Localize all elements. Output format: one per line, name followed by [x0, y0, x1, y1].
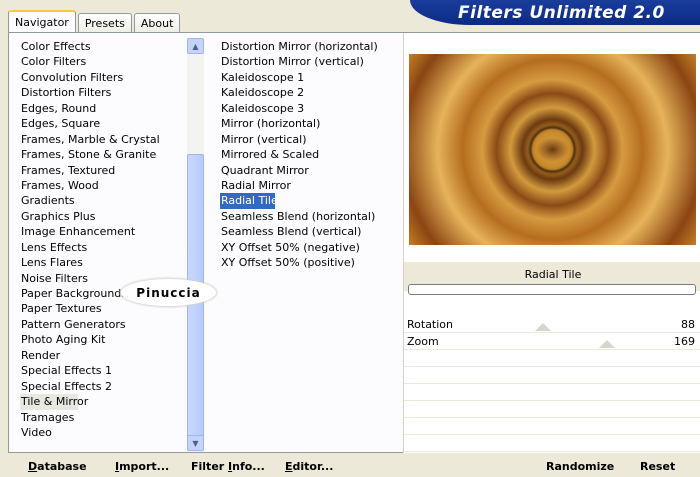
- category-item[interactable]: Frames, Textured: [20, 163, 190, 178]
- filter-item[interactable]: Seamless Blend (horizontal): [220, 209, 400, 224]
- slider-empty-row: [404, 350, 700, 367]
- category-item[interactable]: Tile & Mirror: [20, 394, 88, 410]
- filter-item[interactable]: Distortion Mirror (vertical): [220, 54, 400, 69]
- slider-zoom-thumb[interactable]: [599, 340, 615, 348]
- filter-item[interactable]: Mirror (vertical): [220, 132, 400, 147]
- slider-empty-row: [404, 367, 700, 384]
- filter-item[interactable]: Seamless Blend (vertical): [220, 224, 400, 239]
- slider-rotation[interactable]: Rotation 88: [404, 316, 700, 333]
- slider-empty-row: [404, 418, 700, 435]
- editor-button-label: Editor...: [285, 460, 334, 473]
- navigator-panel: Color Effects Color Filters Convolution Fi…: [8, 32, 700, 453]
- slider-zoom-label: Zoom: [407, 335, 439, 348]
- category-item[interactable]: Distortion Filters: [20, 85, 190, 100]
- chevron-up-icon: ▲: [192, 41, 199, 51]
- category-item[interactable]: Color Filters: [20, 54, 190, 69]
- category-item[interactable]: Convolution Filters: [20, 70, 190, 85]
- slider-empty-row: [404, 435, 700, 452]
- slider-empty-row: [404, 401, 700, 418]
- database-button-label: Database: [28, 460, 87, 473]
- tab-presets[interactable]: Presets: [77, 13, 132, 32]
- category-list: Color Effects Color Filters Convolution Fi…: [20, 39, 190, 440]
- slider-empty-row: [404, 384, 700, 401]
- filter-item[interactable]: Kaleidoscope 1: [220, 70, 400, 85]
- category-item[interactable]: Photo Aging Kit: [20, 332, 190, 347]
- tab-bar: Navigator Presets About: [8, 9, 182, 33]
- category-item[interactable]: Lens Flares: [20, 255, 190, 270]
- tab-presets-label: Presets: [84, 16, 125, 30]
- category-item[interactable]: Special Effects 2: [20, 379, 190, 394]
- scroll-up-button[interactable]: ▲: [187, 38, 204, 54]
- filter-item[interactable]: Radial Tile: [220, 193, 278, 209]
- filter-list: Distortion Mirror (horizontal) Distortion…: [220, 39, 400, 271]
- category-item[interactable]: Pattern Generators: [20, 317, 190, 332]
- tab-about-label: About: [140, 16, 174, 30]
- import-button[interactable]: Import...: [115, 460, 169, 473]
- reset-button[interactable]: Reset: [640, 460, 675, 473]
- slider-rotation-label: Rotation: [407, 318, 454, 331]
- filter-info-button-label: Filter Info...: [191, 460, 265, 473]
- import-button-label: Import...: [115, 460, 170, 473]
- filter-info-button[interactable]: Filter Info...: [191, 460, 265, 473]
- category-item[interactable]: Lens Effects: [20, 240, 190, 255]
- filter-item[interactable]: Quadrant Mirror: [220, 163, 400, 178]
- filter-item[interactable]: Kaleidoscope 3: [220, 101, 400, 116]
- filter-item[interactable]: Mirror (horizontal): [220, 116, 400, 131]
- category-item[interactable]: Frames, Stone & Granite: [20, 147, 190, 162]
- tab-navigator-label: Navigator: [15, 16, 69, 29]
- filter-item[interactable]: XY Offset 50% (negative): [220, 240, 400, 255]
- category-item[interactable]: Edges, Square: [20, 116, 190, 131]
- preview-image: [409, 54, 696, 245]
- preview-area: Radial Tile Rotation 88 Zoom 169: [403, 33, 700, 453]
- watermark: Pinuccia: [121, 279, 216, 306]
- filter-item[interactable]: Radial Mirror: [220, 178, 400, 193]
- tab-navigator[interactable]: Navigator: [8, 10, 76, 33]
- category-item[interactable]: Special Effects 1: [20, 363, 190, 378]
- slider-zoom[interactable]: Zoom 169: [404, 333, 700, 350]
- scroll-down-button[interactable]: ▼: [187, 435, 204, 451]
- category-scrollbar[interactable]: ▲ ▼: [187, 38, 204, 452]
- button-bar: Database Import... Filter Info... Editor…: [0, 453, 700, 477]
- app-title: Filters Unlimited 2.0: [458, 3, 665, 23]
- randomize-button[interactable]: Randomize: [546, 460, 614, 473]
- category-item[interactable]: Graphics Plus: [20, 209, 190, 224]
- category-item[interactable]: Image Enhancement: [20, 224, 190, 239]
- category-item[interactable]: Frames, Wood: [20, 178, 190, 193]
- category-item[interactable]: Color Effects: [20, 39, 190, 54]
- category-item[interactable]: Frames, Marble & Crystal: [20, 132, 190, 147]
- reset-button-label: Reset: [640, 460, 676, 473]
- randomize-button-label: Randomize: [546, 460, 615, 473]
- category-item[interactable]: Gradients: [20, 193, 190, 208]
- editor-button[interactable]: Editor...: [285, 460, 333, 473]
- progress-bar: [408, 284, 696, 295]
- slider-rotation-thumb[interactable]: [535, 323, 551, 331]
- category-item[interactable]: Render: [20, 348, 190, 363]
- slider-rotation-value: 88: [681, 318, 695, 331]
- filter-item[interactable]: XY Offset 50% (positive): [220, 255, 400, 270]
- database-button[interactable]: Database: [28, 460, 87, 473]
- filter-item[interactable]: Kaleidoscope 2: [220, 85, 400, 100]
- tab-about[interactable]: About: [133, 13, 181, 32]
- category-item[interactable]: Edges, Round: [20, 101, 190, 116]
- slider-zoom-value: 169: [674, 335, 695, 348]
- category-item[interactable]: Video: [20, 425, 190, 440]
- filter-item[interactable]: Mirrored & Scaled: [220, 147, 400, 162]
- chevron-down-icon: ▼: [192, 438, 199, 448]
- filter-item[interactable]: Distortion Mirror (horizontal): [220, 39, 400, 54]
- app-banner: Filters Unlimited 2.0: [410, 0, 700, 25]
- category-item[interactable]: Tramages: [20, 410, 190, 425]
